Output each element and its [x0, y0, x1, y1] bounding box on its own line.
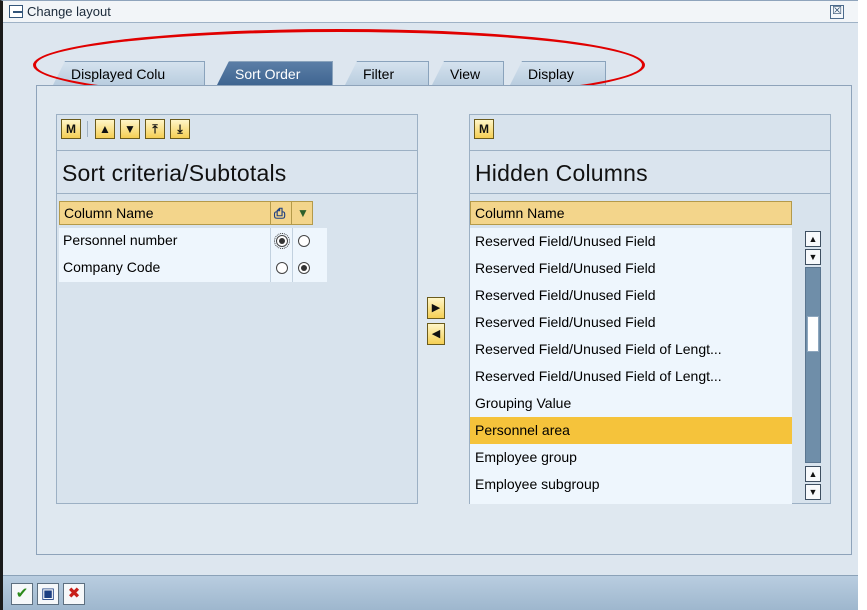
descending-cell — [292, 255, 314, 282]
vertical-scrollbar[interactable]: ▲ ▼ ▲ ▼ — [803, 231, 823, 500]
scroll-thumb[interactable] — [807, 316, 819, 352]
list-item[interactable]: Grouping Value — [470, 390, 792, 417]
tab-filter[interactable]: Filter — [345, 61, 429, 85]
bottom-toolbar: ✔ ▣ ✖ — [3, 575, 858, 610]
move-left-icon[interactable]: ◀ — [427, 323, 445, 345]
list-item[interactable]: Reserved Field/Unused Field — [470, 282, 792, 309]
move-bottom-icon[interactable]: ⤓ — [170, 119, 190, 139]
move-down-icon[interactable]: ▼ — [120, 119, 140, 139]
scroll-down-icon[interactable]: ▼ — [805, 249, 821, 265]
window-icon — [9, 5, 23, 18]
descending-cell — [292, 228, 314, 255]
move-up-icon[interactable]: ▲ — [95, 119, 115, 139]
close-button[interactable]: ☒ — [830, 5, 844, 19]
list-item[interactable]: Reserved Field/Unused Field of Lengt... — [470, 363, 792, 390]
tab-displayed-columns[interactable]: Displayed Colu — [53, 61, 205, 85]
confirm-icon[interactable]: ✔ — [11, 583, 33, 605]
find-icon[interactable]: M — [61, 119, 81, 139]
list-item[interactable]: Reserved Field/Unused Field of Lengt... — [470, 336, 792, 363]
ascending-cell — [270, 255, 292, 282]
ascending-radio[interactable] — [276, 262, 288, 274]
tab-sort-order[interactable]: Sort Order — [217, 61, 333, 85]
list-item[interactable]: Reserved Field/Unused Field — [470, 228, 792, 255]
print-icon[interactable]: ⎙ — [270, 201, 292, 225]
hidden-columns-panel: M Hidden Columns Column Name Reserved Fi… — [469, 114, 831, 504]
move-right-icon[interactable]: ▶ — [427, 297, 445, 319]
descending-radio[interactable] — [298, 235, 310, 247]
list-item[interactable]: Reserved Field/Unused Field — [470, 309, 792, 336]
tab-view[interactable]: View — [432, 61, 504, 85]
table-row[interactable]: Personnel number — [59, 228, 327, 255]
sort-row-name: Company Code — [63, 259, 161, 275]
scroll-up-icon[interactable]: ▲ — [805, 466, 821, 482]
scroll-up-icon[interactable]: ▲ — [805, 231, 821, 247]
tab-bar: Displayed Colu Sort Order Filter View Di… — [39, 45, 839, 85]
window-title: Change layout — [27, 4, 111, 19]
sort-row-name: Personnel number — [63, 232, 178, 248]
change-layout-dialog: Change layout ☒ Displayed Colu Sort Orde… — [0, 0, 858, 610]
table-row[interactable]: Company Code — [59, 255, 327, 282]
toolbar-divider — [87, 121, 88, 137]
move-top-icon[interactable]: ⤒ — [145, 119, 165, 139]
save-icon[interactable]: ▣ — [37, 583, 59, 605]
tab-display[interactable]: Display — [510, 61, 606, 85]
list-item[interactable]: Reserved Field/Unused Field — [470, 255, 792, 282]
cancel-icon[interactable]: ✖ — [63, 583, 85, 605]
list-item-selected[interactable]: Personnel area — [470, 417, 792, 444]
hidden-columns-list: Reserved Field/Unused Field Reserved Fie… — [470, 228, 792, 504]
title-bar: Change layout ☒ — [3, 1, 858, 23]
ascending-cell — [270, 228, 292, 255]
list-item[interactable]: Employee group — [470, 444, 792, 471]
column-name-header[interactable]: Column Name — [470, 201, 792, 225]
sort-criteria-panel: M ▲ ▼ ⤒ ⤓ Sort criteria/Subtotals Column… — [56, 114, 418, 504]
subtotal-icon[interactable]: ▼ — [291, 201, 313, 225]
hidden-columns-title: Hidden Columns — [475, 160, 648, 186]
find-icon[interactable]: M — [474, 119, 494, 139]
list-item[interactable]: Employee subgroup — [470, 471, 792, 498]
descending-radio[interactable] — [298, 262, 310, 274]
column-name-header[interactable]: Column Name — [59, 201, 271, 225]
ascending-radio[interactable] — [274, 233, 290, 249]
scroll-down-icon[interactable]: ▼ — [805, 484, 821, 500]
scroll-track[interactable] — [805, 267, 821, 463]
sort-criteria-title: Sort criteria/Subtotals — [62, 160, 287, 186]
